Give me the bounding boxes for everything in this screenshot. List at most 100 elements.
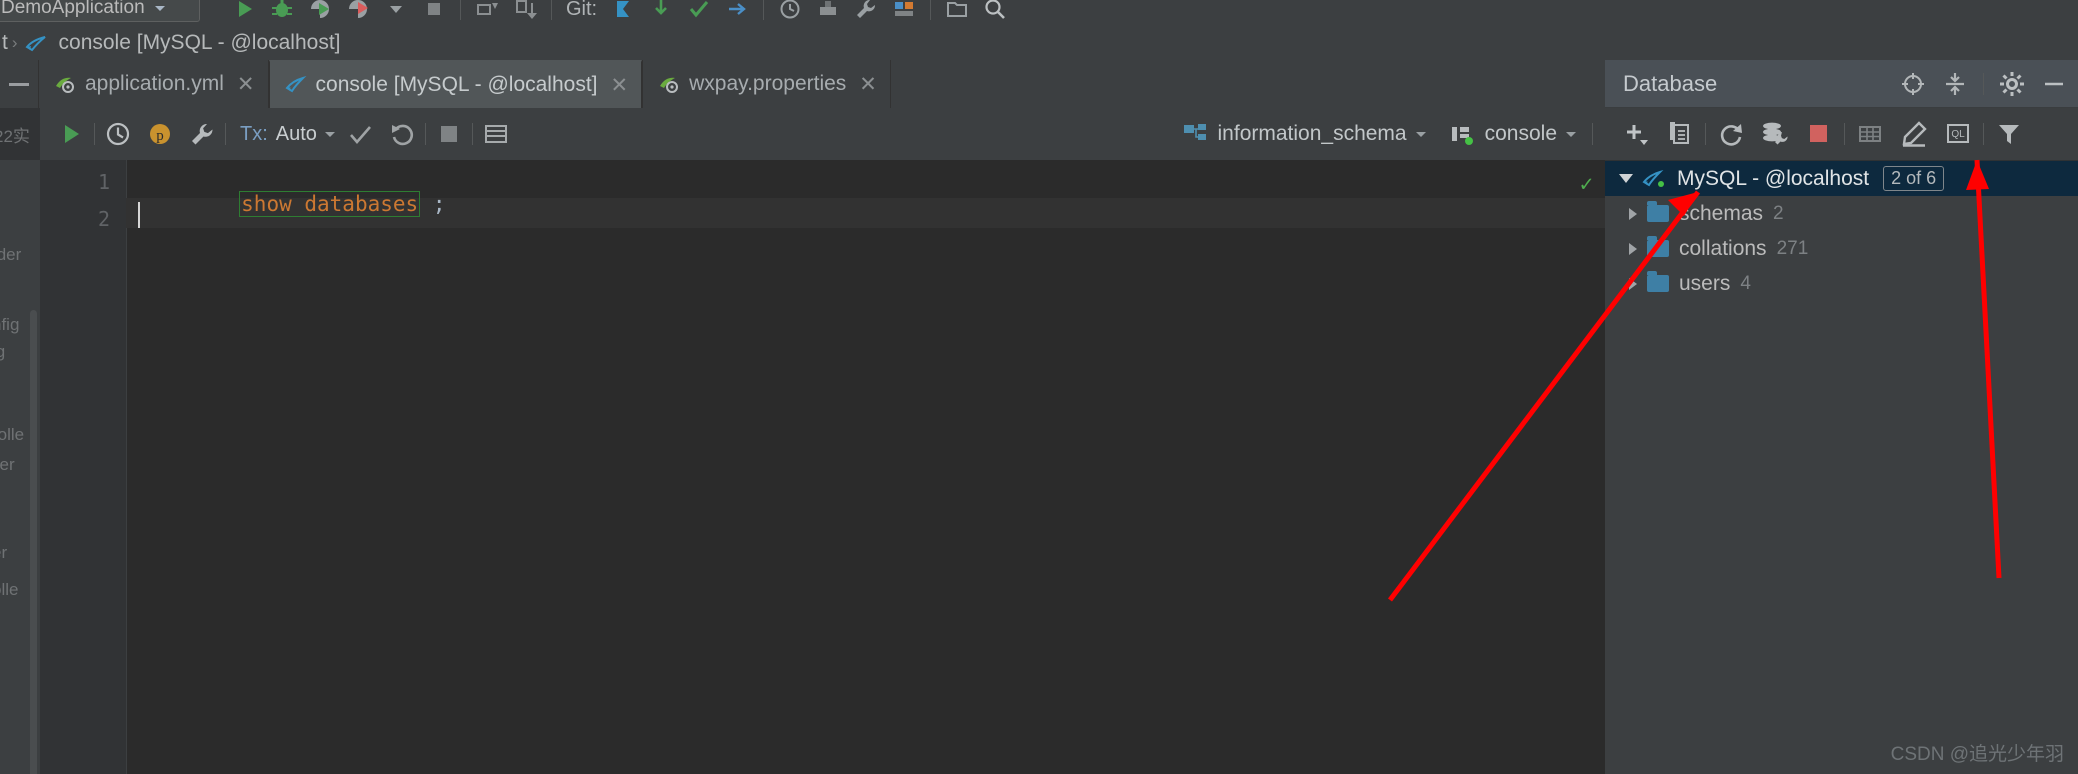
- session-icon: [1450, 123, 1476, 145]
- editor-scrollbar[interactable]: [30, 310, 37, 774]
- settings-icon[interactable]: [892, 0, 916, 21]
- execute-icon[interactable]: [52, 115, 90, 153]
- build-icon[interactable]: [816, 0, 840, 21]
- toolbar-divider: [763, 0, 765, 20]
- profile-icon[interactable]: [346, 0, 370, 21]
- collapse-all-icon[interactable]: [1941, 70, 1969, 98]
- query-console-icon[interactable]: QL: [1939, 115, 1977, 153]
- refresh-icon[interactable]: [1712, 115, 1750, 153]
- ide-window: DemoApplication Git: t › console [MySQL …: [0, 0, 2078, 774]
- commit-icon[interactable]: [341, 115, 379, 153]
- arrow-right-icon[interactable]: [725, 0, 749, 21]
- database-panel-header: Database: [1605, 60, 2078, 108]
- breadcrumb-root[interactable]: t: [0, 31, 8, 55]
- tree-node-label: MySQL - @localhost: [1677, 166, 1870, 190]
- tree-node-collations[interactable]: collations 271: [1605, 231, 2078, 266]
- debug-icon[interactable]: [270, 0, 294, 21]
- toolbar-divider: [1844, 123, 1845, 145]
- hide-tabs-button[interactable]: [0, 60, 38, 108]
- wrench-icon[interactable]: [183, 115, 221, 153]
- update-project-icon[interactable]: [475, 0, 499, 21]
- close-icon[interactable]: ✕: [611, 73, 629, 98]
- stop-icon[interactable]: [430, 115, 468, 153]
- left-strip-label-2: nfig: [0, 315, 20, 334]
- main-toolbar: DemoApplication Git:: [0, 0, 2078, 26]
- tree-node-users[interactable]: users 4: [1605, 266, 2078, 301]
- chevron-right-icon[interactable]: [1629, 277, 1637, 290]
- run-configuration-selector[interactable]: DemoApplication: [0, 0, 200, 22]
- open-table-icon[interactable]: [1851, 115, 1889, 153]
- tree-node-schemas[interactable]: schemas 2: [1605, 196, 2078, 231]
- sql-keyword: show databases: [239, 191, 421, 217]
- chevron-down-icon[interactable]: [1619, 174, 1633, 183]
- transaction-mode-selector[interactable]: Tx: Auto: [230, 123, 337, 146]
- tree-node-count: 2: [1773, 202, 1784, 224]
- left-strip-label-7: olle: [0, 580, 19, 599]
- console-context-selectors: information_schema console: [1175, 122, 1605, 146]
- folder-icon[interactable]: [945, 0, 969, 21]
- parameters-icon[interactable]: p: [141, 115, 179, 153]
- run-icon[interactable]: [232, 0, 256, 21]
- duplicate-icon[interactable]: [1661, 115, 1699, 153]
- chevron-right-icon[interactable]: [1629, 242, 1637, 255]
- editor-tab-strip: application.yml ✕ console [MySQL - @loca…: [0, 60, 1605, 109]
- code-line-1[interactable]: show databases ;: [138, 168, 445, 240]
- tree-node-mysql-localhost[interactable]: MySQL - @localhost 2 of 6: [1605, 161, 2078, 196]
- toolbar-divider: [471, 123, 473, 145]
- mysql-icon: [1641, 167, 1669, 191]
- tab-application-yml[interactable]: application.yml ✕: [38, 60, 269, 108]
- tab-console-mysql[interactable]: console [MySQL - @localhost] ✕: [268, 60, 643, 108]
- chevron-down-icon: [154, 5, 165, 11]
- toolbar-divider: [1983, 123, 1984, 145]
- locate-icon[interactable]: [1899, 70, 1927, 98]
- breadcrumb-current[interactable]: console [MySQL - @localhost]: [59, 31, 341, 55]
- modify-icon[interactable]: [1895, 115, 1933, 153]
- database-header-actions: [1899, 70, 2068, 98]
- close-icon[interactable]: ✕: [859, 72, 877, 97]
- hide-icon[interactable]: [2040, 70, 2068, 98]
- toolbar-divider: [460, 0, 461, 20]
- add-icon[interactable]: [1617, 115, 1655, 153]
- close-icon[interactable]: ✕: [237, 72, 255, 97]
- settings-gear-icon[interactable]: [1998, 70, 2026, 98]
- history-icon[interactable]: [778, 0, 802, 21]
- folder-icon: [1647, 236, 1669, 257]
- sql-editor[interactable]: tder nfig ig rolle ller er olle 1 2 show…: [0, 160, 1605, 774]
- history-icon[interactable]: [99, 115, 137, 153]
- mysql-console-icon: [285, 74, 307, 96]
- vcs-branch-icon[interactable]: [611, 0, 635, 21]
- schema-name-label: information_schema: [1217, 122, 1407, 145]
- spring-properties-icon: [658, 73, 680, 95]
- sync-schema-icon[interactable]: [1756, 115, 1794, 153]
- console-actions: p Tx: Auto: [40, 115, 515, 153]
- run-actions-group: Git:: [232, 0, 1007, 26]
- stop-icon[interactable]: [422, 0, 446, 21]
- session-selector[interactable]: console: [1442, 122, 1584, 146]
- database-toolbar: QL: [1605, 108, 2078, 161]
- toolbar-divider: [930, 0, 932, 20]
- chevron-right-icon[interactable]: [1629, 207, 1637, 220]
- left-strip-label-3: ig: [0, 342, 6, 361]
- filter-icon[interactable]: [1990, 115, 2028, 153]
- schema-icon: [1183, 123, 1209, 145]
- text-caret: [138, 202, 140, 228]
- left-strip-label-5: ller: [0, 455, 15, 474]
- commit-icon[interactable]: [513, 0, 537, 21]
- code-area[interactable]: show databases ; ✓: [126, 160, 1605, 774]
- output-table-icon[interactable]: [477, 115, 515, 153]
- vcs-check-icon[interactable]: [687, 0, 711, 21]
- search-everywhere-icon[interactable]: [983, 0, 1007, 21]
- wrench-icon[interactable]: [854, 0, 878, 21]
- tab-wxpay-properties[interactable]: wxpay.properties ✕: [642, 60, 891, 108]
- chevron-down-icon[interactable]: [384, 0, 408, 21]
- stop-icon[interactable]: [1800, 115, 1838, 153]
- folder-icon: [1647, 271, 1669, 292]
- run-with-coverage-icon[interactable]: [308, 0, 332, 21]
- sql-punctuation: ;: [420, 192, 446, 216]
- rollback-icon[interactable]: [383, 115, 421, 153]
- tx-value-label: Auto: [275, 122, 317, 145]
- schema-selector[interactable]: information_schema: [1175, 122, 1434, 146]
- inspection-status-icon[interactable]: ✓: [1580, 172, 1593, 197]
- vcs-update-icon[interactable]: [649, 0, 673, 21]
- database-tool-window: Database QL MySQL - @localhost 2 of 6 sc…: [1605, 60, 2078, 774]
